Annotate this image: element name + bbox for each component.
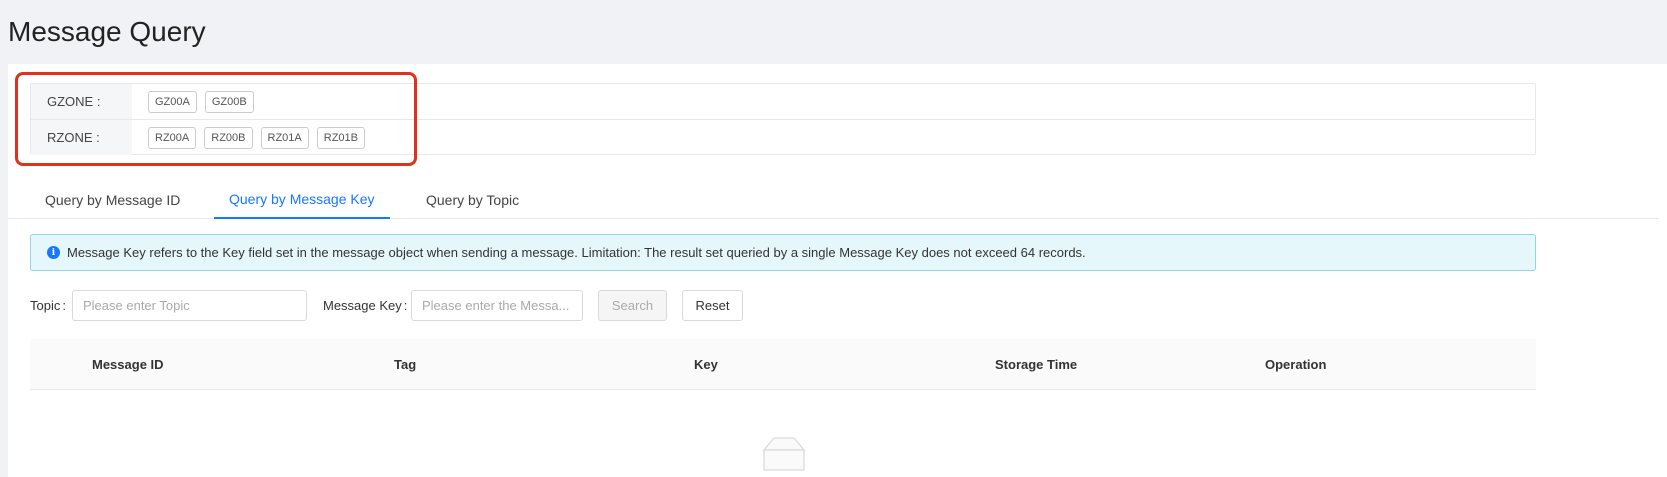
topic-input[interactable] bbox=[72, 290, 307, 321]
gzone-row: GZONE : GZ00A GZ00B bbox=[31, 84, 1535, 120]
zone-tag-rz00b[interactable]: RZ00B bbox=[204, 126, 253, 149]
info-alert: i Message Key refers to the Key field se… bbox=[30, 234, 1536, 271]
column-header-key: Key bbox=[694, 357, 718, 372]
column-header-storage-time: Storage Time bbox=[995, 357, 1078, 372]
page-title: Message Query bbox=[8, 16, 206, 47]
zone-tag-gz00a[interactable]: GZ00A bbox=[148, 90, 197, 113]
column-header-operation: Operation bbox=[1265, 357, 1327, 372]
zone-tag-gz00b[interactable]: GZ00B bbox=[204, 90, 254, 113]
zone-tag-rz00a[interactable]: RZ00A bbox=[148, 126, 197, 149]
table-header: Message ID Tag Key Storage Time Operatio… bbox=[30, 339, 1536, 390]
zone-panel: GZONE : GZ00A GZ00B RZONE : RZ00A RZ00B … bbox=[30, 83, 1536, 155]
alert-text: Message Key refers to the Key field set … bbox=[67, 245, 1086, 260]
tab-query-by-topic[interactable]: Query by Topic bbox=[426, 181, 519, 219]
rzone-row: RZONE : RZ00A RZ00B RZ01A RZ01B bbox=[31, 120, 1535, 155]
zone-tag-rz01a[interactable]: RZ01A bbox=[260, 126, 309, 149]
column-header-message-id: Message ID bbox=[92, 357, 164, 372]
reset-button[interactable]: Reset bbox=[682, 290, 743, 321]
info-icon: i bbox=[47, 246, 60, 259]
gzone-label: GZONE : bbox=[31, 84, 132, 119]
message-key-label: Message Key: bbox=[323, 298, 408, 313]
message-key-input[interactable] bbox=[411, 290, 583, 321]
gzone-tags: GZ00A GZ00B bbox=[132, 90, 254, 113]
zone-tag-rz01b[interactable]: RZ01B bbox=[316, 126, 365, 149]
column-header-tag: Tag bbox=[394, 357, 417, 372]
search-button[interactable]: Search bbox=[598, 290, 667, 321]
topic-label: Topic: bbox=[30, 298, 66, 313]
rzone-label: RZONE : bbox=[31, 120, 132, 155]
rzone-tags: RZ00A RZ00B RZ01A RZ01B bbox=[132, 126, 365, 149]
tab-query-by-message-id[interactable]: Query by Message ID bbox=[45, 181, 180, 219]
tab-query-by-message-key[interactable]: Query by Message Key bbox=[214, 181, 390, 219]
query-tabs: Query by Message ID Query by Message Key… bbox=[8, 181, 1659, 219]
empty-data-icon bbox=[762, 437, 806, 471]
